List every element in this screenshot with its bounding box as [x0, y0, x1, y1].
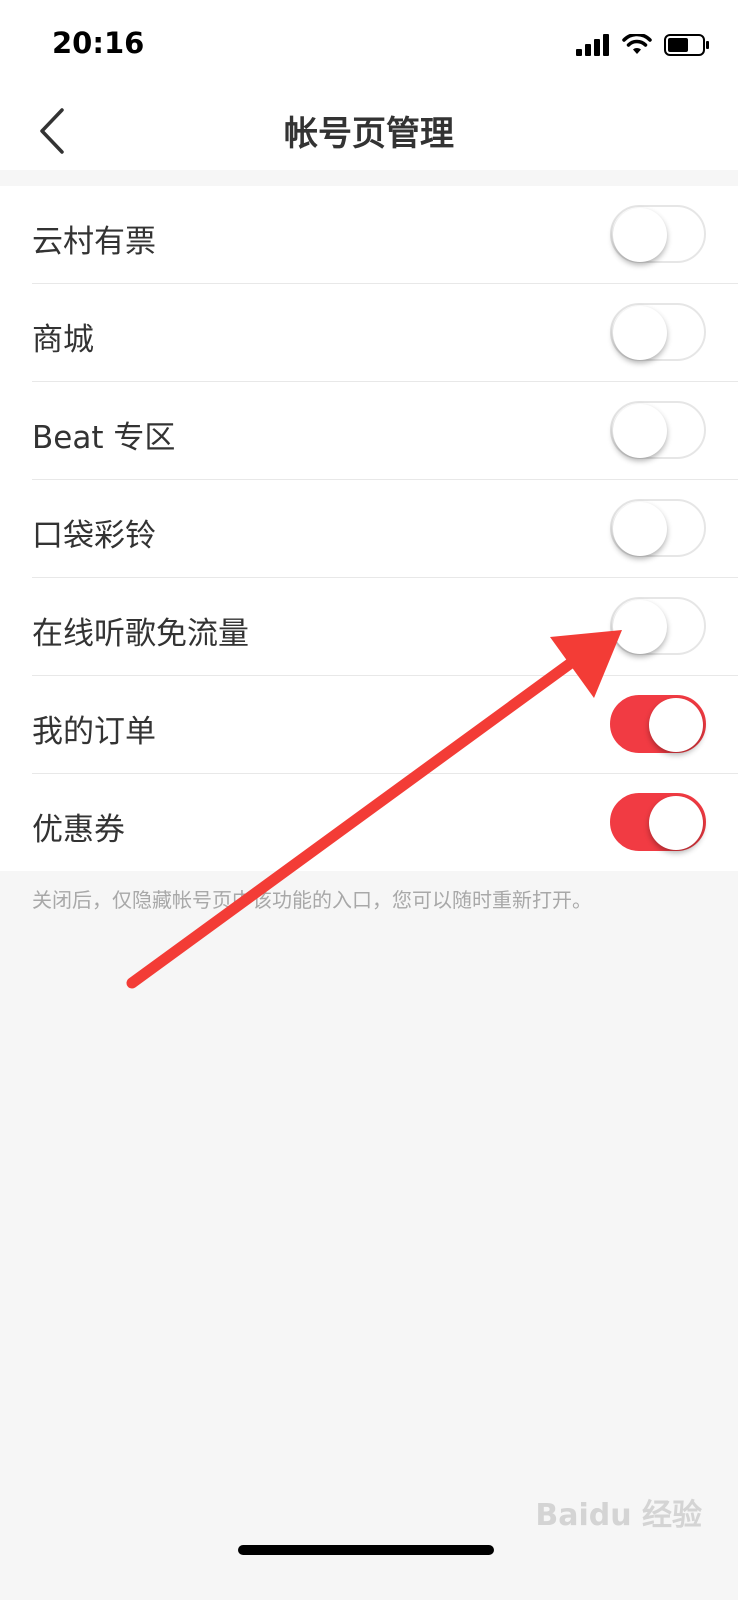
- toggle-knob: [613, 208, 667, 262]
- toggle-switch[interactable]: [610, 401, 706, 459]
- status-icons: [576, 30, 710, 60]
- nav-bar: 帐号页管理: [0, 88, 738, 170]
- settings-row-label: 我的订单: [32, 714, 156, 750]
- settings-row-label: 商城: [32, 322, 94, 358]
- settings-row-label: 在线听歌免流量: [32, 616, 249, 652]
- toggle-switch[interactable]: [610, 499, 706, 557]
- settings-row-label: 优惠券: [32, 812, 125, 848]
- toggle-knob: [613, 502, 667, 556]
- settings-row: Beat 专区: [32, 382, 738, 480]
- toggle-knob: [613, 600, 667, 654]
- battery-icon: [664, 34, 709, 56]
- toggle-knob: [613, 306, 667, 360]
- settings-row: 商城: [32, 284, 738, 382]
- toggle-knob: [649, 796, 703, 850]
- signal-icon: [576, 34, 609, 56]
- hint-text: 关闭后，仅隐藏帐号页中该功能的入口，您可以随时重新打开。: [32, 888, 592, 912]
- settings-row-label: Beat 专区: [32, 420, 176, 456]
- baidu-watermark: Baidu 经验: [535, 1498, 702, 1533]
- status-time: 20:16: [52, 26, 145, 60]
- settings-list: 云村有票 商城 Beat 专区 口袋彩铃 在线听歌免流量 我的订单 优惠券: [0, 186, 738, 871]
- toggle-switch[interactable]: [610, 793, 706, 851]
- home-indicator: [238, 1545, 494, 1555]
- settings-row: 优惠券: [32, 774, 738, 871]
- settings-row: 在线听歌免流量: [32, 578, 738, 676]
- settings-row-label: 云村有票: [32, 224, 156, 260]
- toggle-switch[interactable]: [610, 695, 706, 753]
- wifi-icon: [622, 34, 652, 54]
- settings-row: 我的订单: [32, 676, 738, 774]
- toggle-knob: [613, 404, 667, 458]
- toggle-switch[interactable]: [610, 205, 706, 263]
- toggle-knob: [649, 698, 703, 752]
- toggle-switch[interactable]: [610, 597, 706, 655]
- status-bar: 20:16: [0, 0, 738, 88]
- settings-row-label: 口袋彩铃: [32, 518, 156, 554]
- toggle-switch[interactable]: [610, 303, 706, 361]
- page-title: 帐号页管理: [284, 114, 454, 154]
- section-gap: [0, 170, 738, 186]
- settings-row: 云村有票: [32, 186, 738, 284]
- settings-row: 口袋彩铃: [32, 480, 738, 578]
